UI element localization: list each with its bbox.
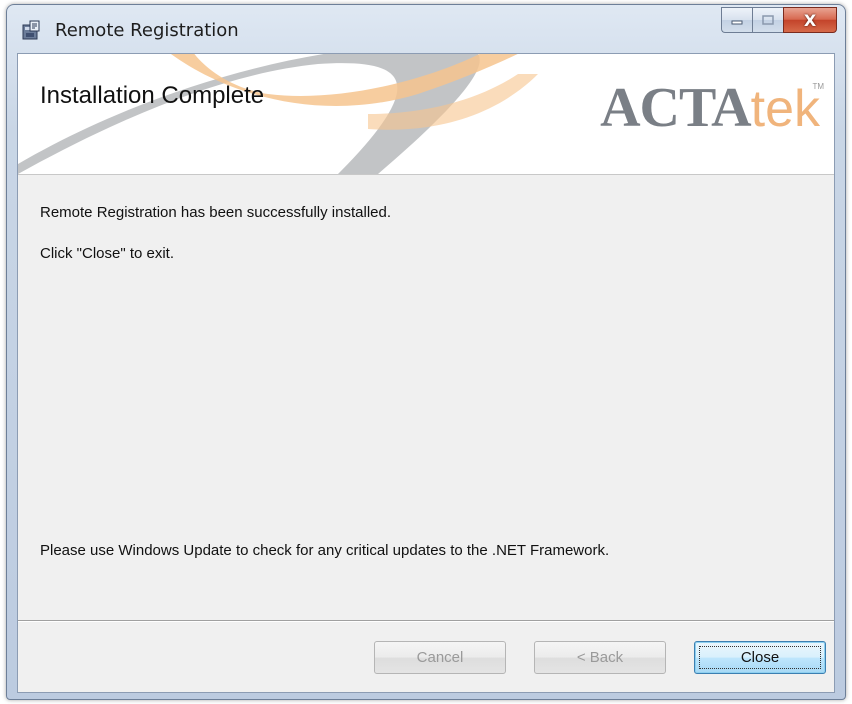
banner-title: Installation Complete [40,82,265,109]
dotnet-update-note: Please use Windows Update to check for a… [40,542,610,559]
logo-main-text: ACTA [600,77,752,139]
header-banner: Installation Complete ACTA tek TM [18,54,834,175]
dialog-client-area: Installation Complete ACTA tek TM Remote… [17,53,835,693]
close-window-button[interactable]: X [783,7,837,33]
title-bar[interactable]: Remote Registration X [7,5,845,53]
actatek-logo: ACTA tek TM [600,76,824,139]
installer-icon [22,20,40,40]
success-message: Remote Registration has been successfull… [40,204,392,221]
close-icon: X [803,10,817,30]
back-button[interactable]: < Back [534,641,666,674]
close-button-label: Close [740,649,780,666]
back-button-label: < Back [576,649,624,666]
minimize-icon [731,20,743,25]
maximize-icon [762,15,774,25]
logo-sub-text: tek [750,80,820,138]
maximize-button[interactable] [752,7,783,33]
caption-buttons: X [721,7,837,33]
minimize-button[interactable] [721,7,752,33]
logo-trademark: TM [812,82,824,91]
close-button[interactable]: Close [694,641,826,674]
installer-window: Remote Registration X Installation Compl… [6,4,846,700]
cancel-button-label: Cancel [416,649,464,666]
window-title: Remote Registration [55,20,239,41]
cancel-button[interactable]: Cancel [374,641,506,674]
button-divider [18,620,834,622]
close-instruction: Click "Close" to exit. [40,245,175,262]
